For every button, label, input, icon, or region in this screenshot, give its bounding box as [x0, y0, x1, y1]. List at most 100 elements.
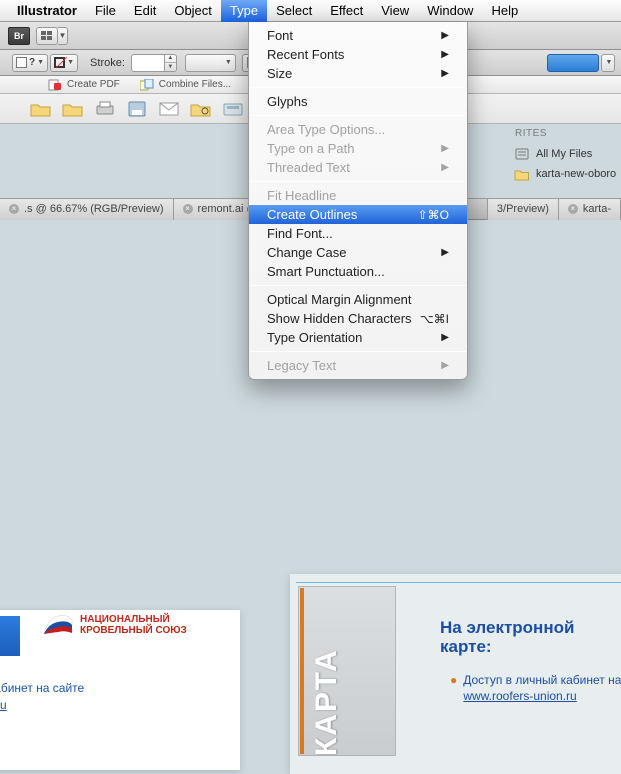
favorites-karta-folder[interactable]: karta-new-oboro: [511, 164, 621, 184]
shortcut-label: ⇧⌘O: [418, 208, 449, 222]
document-tab-0[interactable]: × .s @ 66.67% (RGB/Preview): [0, 199, 174, 220]
close-icon[interactable]: ×: [9, 204, 19, 214]
submenu-arrow-icon: ▶: [441, 360, 449, 371]
logo-text: НАЦИОНАЛЬНЫЙ КРОВЕЛЬНЫЙ СОЮЗ: [80, 614, 187, 636]
tab-label: .s @ 66.67% (RGB/Preview): [24, 203, 164, 215]
help-icon: ?: [29, 57, 35, 68]
menu-view[interactable]: View: [372, 0, 418, 22]
app-name: Illustrator: [8, 3, 86, 18]
menu-change-case[interactable]: Change Case▶: [249, 243, 467, 262]
menu-optical-margin[interactable]: Optical Margin Alignment: [249, 290, 467, 309]
menu-separator: [250, 87, 466, 88]
all-files-icon: [513, 146, 531, 162]
create-pdf-label: Create PDF: [67, 79, 120, 90]
submenu-arrow-icon: ▶: [441, 143, 449, 154]
card-right-bullet: ●Доступ в личный кабинет на www.roofers-…: [450, 672, 621, 704]
close-icon[interactable]: ×: [183, 204, 193, 214]
arrange-documents-button[interactable]: [36, 27, 58, 45]
card-link[interactable]: nion.ru: [0, 698, 7, 712]
menu-edit[interactable]: Edit: [125, 0, 165, 22]
artwork-card-right: КАРТА На электронной карте: ●Доступ в ли…: [290, 574, 621, 774]
menu-separator: [250, 181, 466, 182]
folder-icon: [513, 166, 531, 182]
folder-icon-2[interactable]: [62, 99, 84, 119]
macos-menubar: Illustrator File Edit Object Type Select…: [0, 0, 621, 22]
fill-color-button[interactable]: ?▼: [12, 54, 48, 72]
menu-threaded-text: Threaded Text▶: [249, 158, 467, 177]
orange-accent: [300, 588, 304, 754]
submenu-arrow-icon: ▶: [441, 332, 449, 343]
menu-select[interactable]: Select: [267, 0, 321, 22]
finder-favorites: RITES All My Files karta-new-oboro: [511, 128, 621, 184]
stroke-color-button[interactable]: ▼: [50, 54, 78, 72]
combine-icon: [140, 79, 154, 91]
menu-legacy-text: Legacy Text▶: [249, 356, 467, 375]
scan-icon[interactable]: [222, 99, 244, 119]
menu-create-outlines[interactable]: Create Outlines⇧⌘O: [249, 205, 467, 224]
menu-smart-punctuation[interactable]: Smart Punctuation...: [249, 262, 467, 281]
menu-fit-headline: Fit Headline: [249, 186, 467, 205]
menu-area-type-options: Area Type Options...: [249, 120, 467, 139]
menu-font[interactable]: Font▶: [249, 26, 467, 45]
stroke-weight-input[interactable]: [131, 54, 165, 72]
karta-vertical-text: КАРТА: [310, 648, 344, 756]
artwork-card-left: ной НАЦИОНАЛЬНЫЙ КРОВЕЛЬНЫЙ СОЮЗ ый каби…: [0, 610, 240, 770]
tab-label: 3/Preview): [497, 203, 549, 215]
document-preset-dropdown[interactable]: [547, 54, 599, 72]
submenu-arrow-icon: ▶: [441, 30, 449, 41]
card-right-heading: На электронной карте:: [440, 618, 574, 656]
stroke-label: Stroke:: [90, 57, 125, 69]
tab-label: karta-: [583, 203, 611, 215]
bullet-icon: ●: [450, 673, 457, 687]
menu-separator: [250, 115, 466, 116]
card-subtext: ый кабинет на сайте nion.ru: [0, 680, 84, 714]
menu-type-orientation[interactable]: Type Orientation▶: [249, 328, 467, 347]
folder-search-icon[interactable]: [190, 99, 212, 119]
document-tab-3[interactable]: × karta-: [559, 199, 621, 220]
type-menu-dropdown: Font▶ Recent Fonts▶ Size▶ Glyphs Area Ty…: [248, 22, 468, 380]
stroke-weight-stepper[interactable]: ▲▼: [165, 54, 177, 72]
menu-recent-fonts[interactable]: Recent Fonts▶: [249, 45, 467, 64]
mail-icon[interactable]: [158, 99, 180, 119]
card-right-link[interactable]: www.roofers-union.ru: [463, 689, 576, 703]
submenu-arrow-icon: ▶: [441, 49, 449, 60]
folder-icon-1[interactable]: [30, 99, 52, 119]
pdf-icon: [48, 79, 62, 91]
guide-line: [296, 582, 621, 584]
favorites-item-label: karta-new-oboro: [536, 168, 616, 180]
submenu-arrow-icon: ▶: [441, 247, 449, 258]
menu-object[interactable]: Object: [165, 0, 221, 22]
brush-definition-dropdown[interactable]: ▼: [185, 54, 236, 72]
menu-size[interactable]: Size▶: [249, 64, 467, 83]
favorites-header: RITES: [511, 128, 621, 144]
menu-effect[interactable]: Effect: [321, 0, 372, 22]
arrange-documents-dropdown[interactable]: ▼: [58, 27, 68, 45]
submenu-arrow-icon: ▶: [441, 162, 449, 173]
combine-files-label: Combine Files...: [159, 79, 231, 90]
document-preset-arrow[interactable]: ▼: [601, 54, 615, 72]
favorites-all-my-files[interactable]: All My Files: [511, 144, 621, 164]
disk-save-icon[interactable]: [126, 99, 148, 119]
menu-show-hidden-characters[interactable]: Show Hidden Characters⌥⌘I: [249, 309, 467, 328]
menu-type[interactable]: Type: [221, 0, 267, 22]
menu-glyphs[interactable]: Glyphs: [249, 92, 467, 111]
combine-files-item[interactable]: Combine Files...: [140, 79, 231, 91]
shortcut-label: ⌥⌘I: [420, 312, 449, 326]
logo-group: НАЦИОНАЛЬНЫЙ КРОВЕЛЬНЫЙ СОЮЗ: [42, 614, 187, 636]
create-pdf-item[interactable]: Create PDF: [48, 79, 120, 91]
russian-flag-icon: [42, 614, 74, 636]
submenu-arrow-icon: ▶: [441, 68, 449, 79]
menu-find-font[interactable]: Find Font...: [249, 224, 467, 243]
menu-file[interactable]: File: [86, 0, 125, 22]
close-icon[interactable]: ×: [568, 204, 578, 214]
print-icon[interactable]: [94, 99, 116, 119]
bridge-button[interactable]: Br: [8, 27, 30, 45]
document-tab-2[interactable]: 3/Preview): [487, 199, 559, 220]
menu-separator: [250, 351, 466, 352]
menu-type-on-path: Type on a Path▶: [249, 139, 467, 158]
menu-separator: [250, 285, 466, 286]
menu-help[interactable]: Help: [482, 0, 527, 22]
blue-block: [0, 616, 20, 656]
favorites-item-label: All My Files: [536, 148, 592, 160]
menu-window[interactable]: Window: [418, 0, 482, 22]
